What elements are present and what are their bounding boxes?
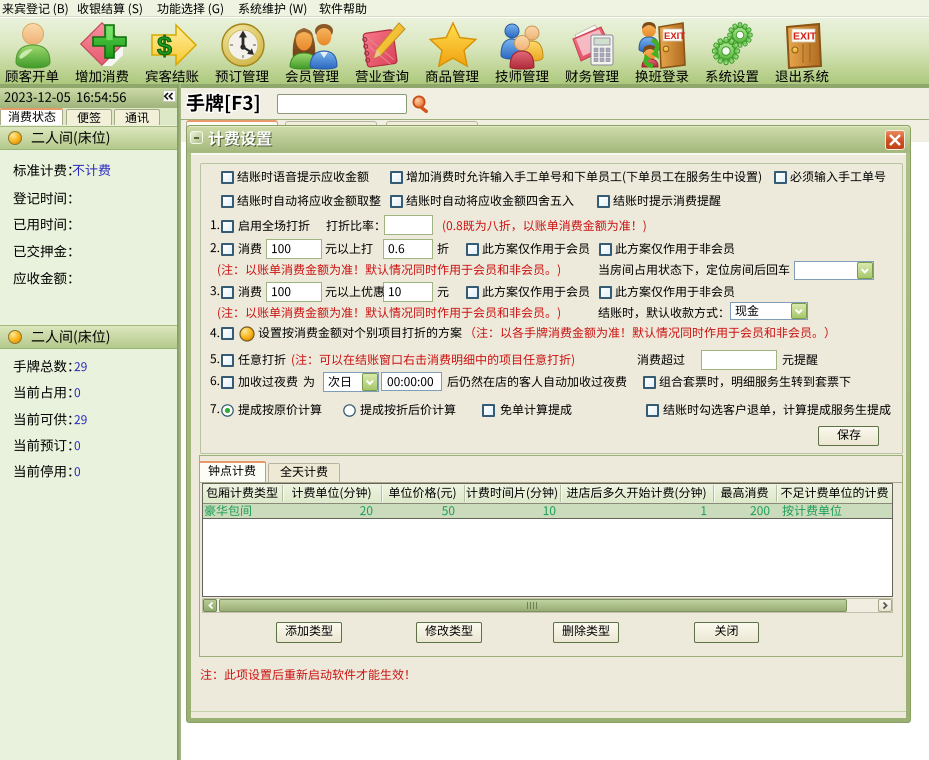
- svg-text:EXIT: EXIT: [664, 31, 685, 42]
- svg-text:$: $: [157, 31, 172, 61]
- svg-text:EXIT: EXIT: [793, 31, 817, 43]
